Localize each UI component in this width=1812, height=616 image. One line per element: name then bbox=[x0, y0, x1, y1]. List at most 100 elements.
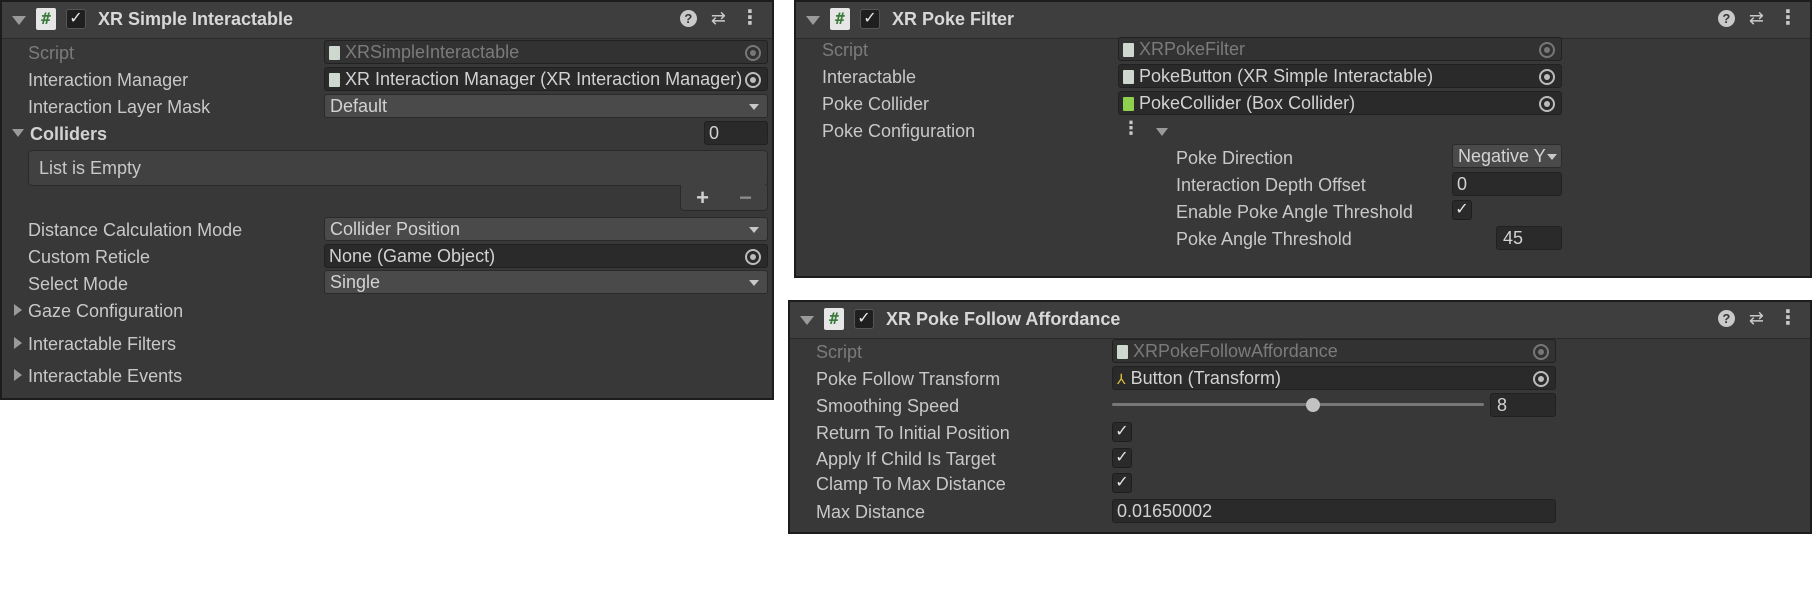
clamp-to-max-label: Clamp To Max Distance bbox=[816, 474, 1006, 494]
script-label: Script bbox=[816, 342, 863, 362]
remove-item-button[interactable]: − bbox=[739, 185, 752, 211]
kebab-menu-icon[interactable]: ⋮ bbox=[1778, 308, 1798, 328]
component-header[interactable]: # ✓ XR Poke Follow Affordance ? ⇄ ⋮ bbox=[790, 302, 1810, 339]
kebab-menu-icon[interactable]: ⋮ bbox=[1122, 118, 1140, 139]
interaction-depth-offset-field[interactable]: 0 bbox=[1452, 172, 1562, 196]
object-picker-icon bbox=[1539, 42, 1555, 58]
poke-follow-transform-value: Button (Transform) bbox=[1130, 368, 1281, 388]
help-icon[interactable]: ? bbox=[1717, 309, 1735, 327]
interaction-manager-value: XR Interaction Manager (XR Interaction M… bbox=[345, 69, 743, 89]
colliders-foldout-icon[interactable] bbox=[12, 129, 24, 137]
header-icons: ? ⇄ ⋮ bbox=[1717, 308, 1798, 328]
help-icon[interactable]: ? bbox=[679, 9, 697, 27]
clamp-to-max-checkbox[interactable]: ✓ bbox=[1112, 473, 1132, 493]
list-empty-text: List is Empty bbox=[39, 158, 142, 178]
component-title: XR Simple Interactable bbox=[98, 9, 294, 29]
poke-follow-transform-label: Poke Follow Transform bbox=[816, 369, 1001, 389]
object-picker-icon[interactable] bbox=[1539, 69, 1555, 85]
interaction-manager-label: Interaction Manager bbox=[28, 70, 189, 90]
interaction-layer-mask-dropdown[interactable]: Default bbox=[324, 94, 768, 118]
script-icon: # bbox=[36, 8, 56, 30]
header-icons: ? ⇄ ⋮ bbox=[1717, 8, 1798, 28]
object-picker-icon[interactable] bbox=[1533, 371, 1549, 387]
select-mode-dropdown[interactable]: Single bbox=[324, 270, 768, 294]
enable-poke-angle-label: Enable Poke Angle Threshold bbox=[1176, 202, 1413, 222]
smoothing-speed-slider-track[interactable] bbox=[1112, 403, 1484, 406]
script-label: Script bbox=[28, 43, 75, 63]
chevron-down-icon bbox=[749, 280, 759, 286]
colliders-count-field[interactable]: 0 bbox=[704, 121, 768, 145]
script-value: XRPokeFilter bbox=[1139, 39, 1246, 59]
smoothing-speed-slider-thumb[interactable] bbox=[1305, 398, 1320, 412]
script-icon: # bbox=[830, 8, 850, 30]
interactable-events-foldout[interactable]: Interactable Events bbox=[28, 366, 182, 387]
presets-icon[interactable]: ⇄ bbox=[1749, 8, 1764, 28]
gaze-config-foldout-icon[interactable] bbox=[14, 304, 22, 316]
script-value: XRPokeFollowAffordance bbox=[1133, 341, 1338, 361]
script-label: Script bbox=[822, 40, 869, 60]
poke-angle-threshold-label: Poke Angle Threshold bbox=[1176, 229, 1352, 249]
component-enabled-checkbox[interactable]: ✓ bbox=[860, 9, 880, 29]
kebab-menu-icon[interactable]: ⋮ bbox=[1778, 8, 1798, 28]
poke-direction-value: Negative Y bbox=[1458, 146, 1546, 166]
object-picker-icon bbox=[1533, 344, 1549, 360]
apply-if-child-checkbox[interactable]: ✓ bbox=[1112, 448, 1132, 468]
poke-direction-dropdown[interactable]: Negative Y bbox=[1452, 144, 1562, 168]
box-collider-icon bbox=[1123, 97, 1134, 111]
poke-collider-value: PokeCollider (Box Collider) bbox=[1139, 93, 1356, 113]
foldout-arrow-icon[interactable] bbox=[12, 16, 26, 25]
script-file-icon bbox=[1123, 70, 1134, 84]
interactable-filters-foldout-icon[interactable] bbox=[14, 337, 22, 349]
interactable-events-foldout-icon[interactable] bbox=[14, 369, 22, 381]
object-picker-icon[interactable] bbox=[745, 249, 761, 265]
max-distance-label: Max Distance bbox=[816, 502, 926, 522]
distance-mode-dropdown[interactable]: Collider Position bbox=[324, 217, 768, 241]
max-distance-field[interactable]: 0.01650002 bbox=[1112, 499, 1556, 523]
foldout-arrow-icon[interactable] bbox=[806, 16, 820, 25]
interactable-filters-foldout[interactable]: Interactable Filters bbox=[28, 334, 176, 355]
enable-poke-angle-checkbox[interactable]: ✓ bbox=[1452, 200, 1472, 220]
presets-icon[interactable]: ⇄ bbox=[1749, 308, 1764, 328]
return-to-initial-checkbox[interactable]: ✓ bbox=[1112, 422, 1132, 442]
select-mode-value: Single bbox=[330, 272, 381, 292]
xr-simple-interactable-panel: # ✓ XR Simple Interactable ? ⇄ ⋮ Script … bbox=[0, 0, 774, 400]
component-header[interactable]: # ✓ XR Simple Interactable ? ⇄ ⋮ bbox=[2, 2, 772, 39]
poke-config-foldout-icon[interactable] bbox=[1156, 128, 1168, 136]
transform-axes-icon: ⅄ bbox=[1117, 371, 1126, 387]
interaction-manager-field[interactable]: XR Interaction Manager (XR Interaction M… bbox=[324, 67, 768, 91]
gaze-configuration-foldout[interactable]: Gaze Configuration bbox=[28, 301, 183, 322]
distance-mode-label: Distance Calculation Mode bbox=[28, 220, 243, 240]
object-picker-icon[interactable] bbox=[1539, 96, 1555, 112]
custom-reticle-field[interactable]: None (Game Object) bbox=[324, 244, 768, 268]
object-picker-icon bbox=[745, 45, 761, 61]
poke-collider-label: Poke Collider bbox=[822, 94, 930, 114]
help-icon[interactable]: ? bbox=[1717, 9, 1735, 27]
component-enabled-checkbox[interactable]: ✓ bbox=[854, 309, 874, 329]
colliders-label[interactable]: Colliders bbox=[30, 124, 107, 145]
object-picker-icon[interactable] bbox=[745, 72, 761, 88]
chevron-down-icon bbox=[749, 227, 759, 233]
interactable-field[interactable]: PokeButton (XR Simple Interactable) bbox=[1118, 64, 1562, 88]
xr-poke-filter-panel: # ✓ XR Poke Filter ? ⇄ ⋮ Script XRPokeFi… bbox=[794, 0, 1812, 278]
custom-reticle-label: Custom Reticle bbox=[28, 247, 151, 267]
poke-angle-threshold-field[interactable]: 45 bbox=[1496, 226, 1562, 250]
interactable-value: PokeButton (XR Simple Interactable) bbox=[1139, 66, 1434, 86]
poke-configuration-label: Poke Configuration bbox=[822, 121, 976, 141]
component-enabled-checkbox[interactable]: ✓ bbox=[66, 9, 86, 29]
script-file-icon bbox=[1123, 43, 1134, 57]
smoothing-speed-field[interactable]: 8 bbox=[1490, 393, 1556, 417]
kebab-menu-icon[interactable]: ⋮ bbox=[740, 8, 760, 28]
distance-mode-value: Collider Position bbox=[330, 219, 461, 239]
poke-direction-label: Poke Direction bbox=[1176, 148, 1294, 168]
poke-collider-field[interactable]: PokeCollider (Box Collider) bbox=[1118, 91, 1562, 115]
poke-follow-transform-field[interactable]: ⅄ Button (Transform) bbox=[1112, 366, 1556, 390]
presets-icon[interactable]: ⇄ bbox=[711, 8, 726, 28]
component-header[interactable]: # ✓ XR Poke Filter ? ⇄ ⋮ bbox=[796, 2, 1810, 39]
component-title: XR Poke Follow Affordance bbox=[886, 309, 1121, 329]
add-item-button[interactable]: + bbox=[696, 185, 709, 211]
custom-reticle-value: None (Game Object) bbox=[329, 246, 496, 266]
interaction-layer-mask-label: Interaction Layer Mask bbox=[28, 97, 211, 117]
smoothing-speed-label: Smoothing Speed bbox=[816, 396, 960, 416]
script-value: XRSimpleInteractable bbox=[345, 42, 520, 62]
foldout-arrow-icon[interactable] bbox=[800, 316, 814, 325]
